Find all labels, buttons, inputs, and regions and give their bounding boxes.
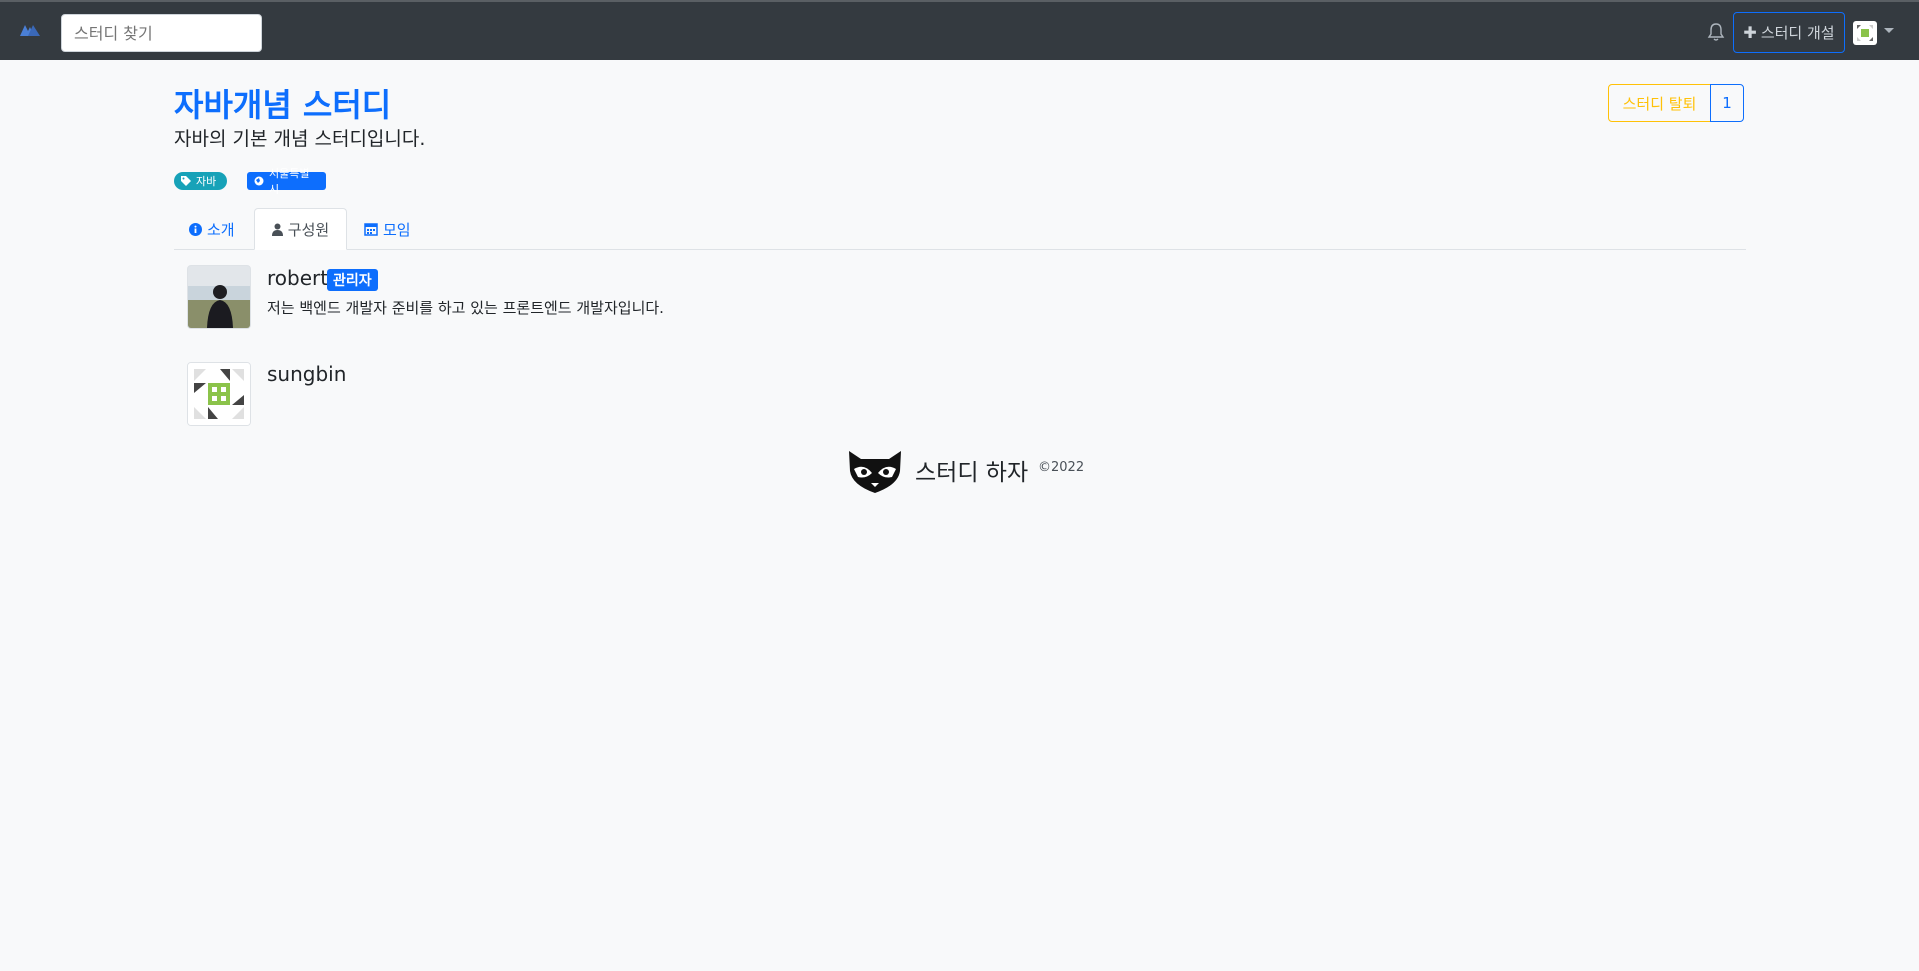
search-input[interactable] [61,14,262,52]
tab-meetings[interactable]: 모임 [350,208,425,250]
top-navbar: ✚ 스터디 개설 [0,0,1919,60]
study-description: 자바의 기본 개념 스터디입니다. [174,128,426,150]
member-count-button[interactable]: 1 [1710,84,1744,122]
zone-label: 서울특별시 [269,167,310,196]
member-bio: 저는 백엔드 개발자 준비를 하고 있는 프론트엔드 개발자입니다. [267,299,664,317]
member-avatar [187,362,251,426]
info-icon [189,222,202,236]
member-name: sungbin [267,362,347,386]
member-avatar [187,265,251,329]
mountain-logo-icon[interactable] [20,22,40,38]
raccoon-logo-icon [849,451,901,493]
identicon-avatar [188,363,250,425]
open-study-button[interactable]: ✚ 스터디 개설 [1733,12,1845,53]
footer-copyright: ©2022 [1038,460,1085,475]
tab-intro-label: 소개 [207,220,235,239]
role-badge: 관리자 [327,269,378,291]
tab-intro[interactable]: 소개 [175,208,249,250]
identicon-avatar [1857,25,1873,41]
tag-label: 자바 [196,175,217,188]
tab-members-label: 구성원 [287,220,330,239]
profile-avatar[interactable] [1853,21,1877,45]
chevron-down-icon[interactable] [1884,28,1894,33]
bell-icon[interactable] [1707,22,1725,42]
calendar-icon [364,223,378,236]
tag-badge[interactable]: 자바 [174,172,227,190]
open-study-label: 스터디 개설 [1760,24,1835,42]
tab-meetings-label: 모임 [383,220,411,239]
globe-icon [254,176,264,186]
tab-members[interactable]: 구성원 [254,208,347,250]
leave-study-button[interactable]: 스터디 탈퇴 [1608,84,1711,122]
plus-icon: ✚ [1743,23,1757,42]
footer-brand-name: 스터디 하자 [915,460,1029,486]
member-name: robert [267,266,329,290]
zone-badge[interactable]: 서울특별시 [247,167,326,196]
tag-icon [181,176,191,186]
user-icon [271,223,283,236]
profile-photo [188,266,250,328]
page-title[interactable]: 자바개념 스터디 [174,80,391,126]
